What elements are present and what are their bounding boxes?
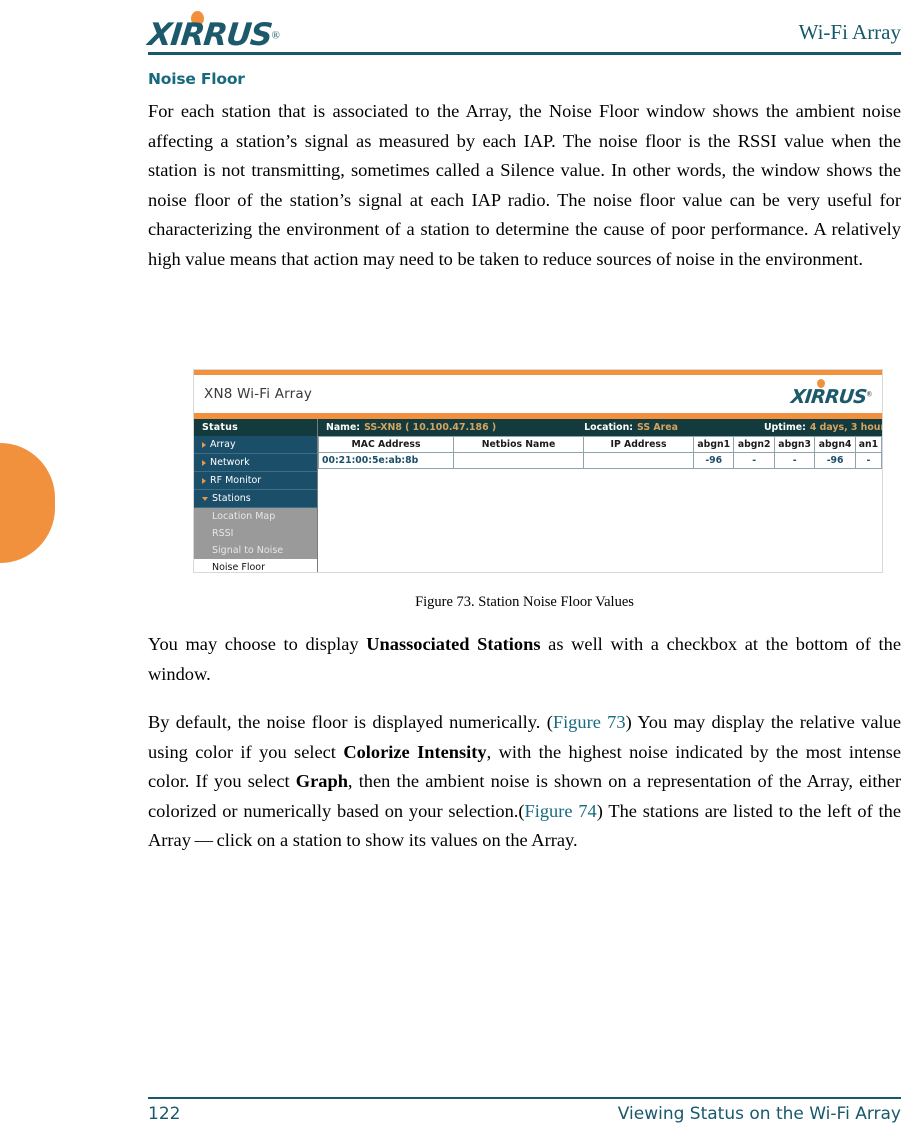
footer-divider [148, 1097, 901, 1099]
p2-pre: You may choose to display [148, 634, 367, 654]
figure-app-name: XN8 Wi-Fi Array [204, 386, 313, 402]
col-an2: an2 [880, 436, 882, 453]
p3-a: By default, the noise floor is displayed… [148, 712, 553, 732]
section-heading: Noise Floor [148, 70, 245, 88]
status-location-value: SS Area [637, 422, 678, 433]
cell-an1: - [854, 452, 882, 469]
logo-wordmark: XIRRUS [146, 17, 274, 53]
sidebar-item-label: Network [210, 457, 250, 468]
status-name-group: Name: SS-XN8 ( 10.100.47.186 ) [326, 422, 496, 433]
sidebar-subitem-signal-to-noise[interactable]: Signal to Noise [194, 542, 317, 559]
figure-73-screenshot: XN8 Wi-Fi Array XIRRUS® Status Array Net… [193, 369, 883, 573]
figure-caption: Figure 73. Station Noise Floor Values [415, 594, 634, 610]
col-abgn1: abgn1 [692, 436, 735, 453]
sidebar-item-array[interactable]: Array [194, 436, 317, 454]
sidebar-header-status: Status [194, 419, 317, 436]
status-location-group: Location: SS Area [584, 422, 678, 433]
cell-mac-address: 00:21:00:5e:ab:8b [318, 452, 454, 469]
col-mac-address: MAC Address [318, 436, 454, 453]
page-number: 122 [148, 1104, 181, 1124]
cell-an2: - [880, 452, 882, 469]
col-ip-address: IP Address [583, 436, 694, 453]
paragraph-3: By default, the noise floor is displayed… [148, 708, 901, 856]
sidebar-subitem-location-map[interactable]: Location Map [194, 508, 317, 525]
table-row[interactable]: 00:21:00:5e:ab:8b -96 - - -96 - - - - [318, 452, 882, 469]
array-status-bar: Name: SS-XN8 ( 10.100.47.186 ) Location:… [318, 419, 882, 436]
sidebar-item-label: Stations [212, 493, 251, 504]
table-header-row: MAC Address Netbios Name IP Address abgn… [318, 436, 882, 453]
p2-bold-unassociated-stations: Unassociated Stations [366, 634, 541, 654]
cell-abgn4: -96 [814, 452, 856, 469]
cell-abgn3: - [773, 452, 816, 469]
p3-bold-graph: Graph [295, 771, 348, 791]
p3-bold-colorize-intensity: Colorize Intensity [343, 741, 487, 762]
figure-content-panel: Name: SS-XN8 ( 10.100.47.186 ) Location:… [318, 419, 882, 572]
sidebar-subitem-noise-floor[interactable]: Noise Floor [194, 559, 317, 572]
document-page: XIRRUS® Wi-Fi Array Noise Floor For each… [0, 0, 901, 1137]
page-header: XIRRUS® Wi-Fi Array [146, 6, 901, 58]
paragraph-3-block: By default, the noise floor is displayed… [148, 708, 901, 856]
page-footer: 122 Viewing Status on the Wi-Fi Array [148, 1104, 901, 1124]
chevron-right-icon [202, 477, 206, 484]
figure-sidebar: Status Array Network RF Monitor Stations [194, 419, 318, 572]
sidebar-subitem-rssi[interactable]: RSSI [194, 525, 317, 542]
col-abgn3: abgn3 [773, 436, 816, 453]
cell-abgn2: - [733, 452, 775, 469]
cell-ip-address [583, 452, 694, 469]
status-uptime-value: 4 days, 3 hours, 22 minutes [809, 422, 882, 433]
sidebar-item-rf-monitor[interactable]: RF Monitor [194, 472, 317, 490]
footer-title: Viewing Status on the Wi-Fi Array [617, 1104, 901, 1124]
chevron-right-icon [202, 441, 206, 448]
paragraph-1: For each station that is associated to t… [148, 101, 901, 269]
col-abgn2: abgn2 [733, 436, 775, 453]
status-location-label: Location: [584, 422, 634, 433]
section-block: Noise Floor [148, 70, 901, 88]
cell-abgn1: -96 [692, 452, 735, 469]
xref-figure-73[interactable]: Figure 73 [553, 712, 626, 732]
page-edge-tab [0, 443, 55, 563]
paragraph-1-block: For each station that is associated to t… [148, 97, 901, 274]
status-name-label: Name: [326, 422, 361, 433]
chevron-down-icon [202, 496, 208, 501]
sidebar-item-label: Array [210, 439, 236, 450]
figure-logo-registered-mark: ® [866, 390, 872, 399]
status-name-value: SS-XN8 ( 10.100.47.186 ) [364, 422, 497, 433]
paragraph-2: You may choose to display Unassociated S… [148, 630, 901, 689]
logo-registered-mark: ® [271, 29, 280, 42]
xref-figure-74[interactable]: Figure 74 [525, 801, 597, 821]
col-an1: an1 [854, 436, 882, 453]
figure-logo-wordmark: XIRRUS [790, 385, 868, 408]
xirrus-logo: XIRRUS® [146, 11, 280, 53]
col-netbios-name: Netbios Name [453, 436, 584, 453]
figure-main-area: Status Array Network RF Monitor Stations [194, 419, 882, 572]
status-uptime-label: Uptime: [763, 422, 806, 433]
paragraph-2-block: You may choose to display Unassociated S… [148, 630, 901, 689]
sidebar-item-network[interactable]: Network [194, 454, 317, 472]
stations-noise-floor-table: MAC Address Netbios Name IP Address abgn… [318, 436, 882, 469]
sidebar-item-stations[interactable]: Stations [194, 490, 317, 508]
chevron-right-icon [202, 459, 206, 466]
cell-netbios-name [453, 452, 584, 469]
header-title: Wi-Fi Array [798, 19, 901, 44]
header-divider [148, 52, 901, 55]
figure-xirrus-logo: XIRRUS® [790, 378, 872, 408]
panel-empty-area [318, 469, 882, 569]
col-abgn4: abgn4 [814, 436, 856, 453]
sidebar-item-label: RF Monitor [210, 475, 262, 486]
status-uptime-group: Uptime: 4 days, 3 hours, 22 minutes [763, 422, 882, 433]
figure-brand-row: XN8 Wi-Fi Array XIRRUS® [194, 375, 882, 413]
